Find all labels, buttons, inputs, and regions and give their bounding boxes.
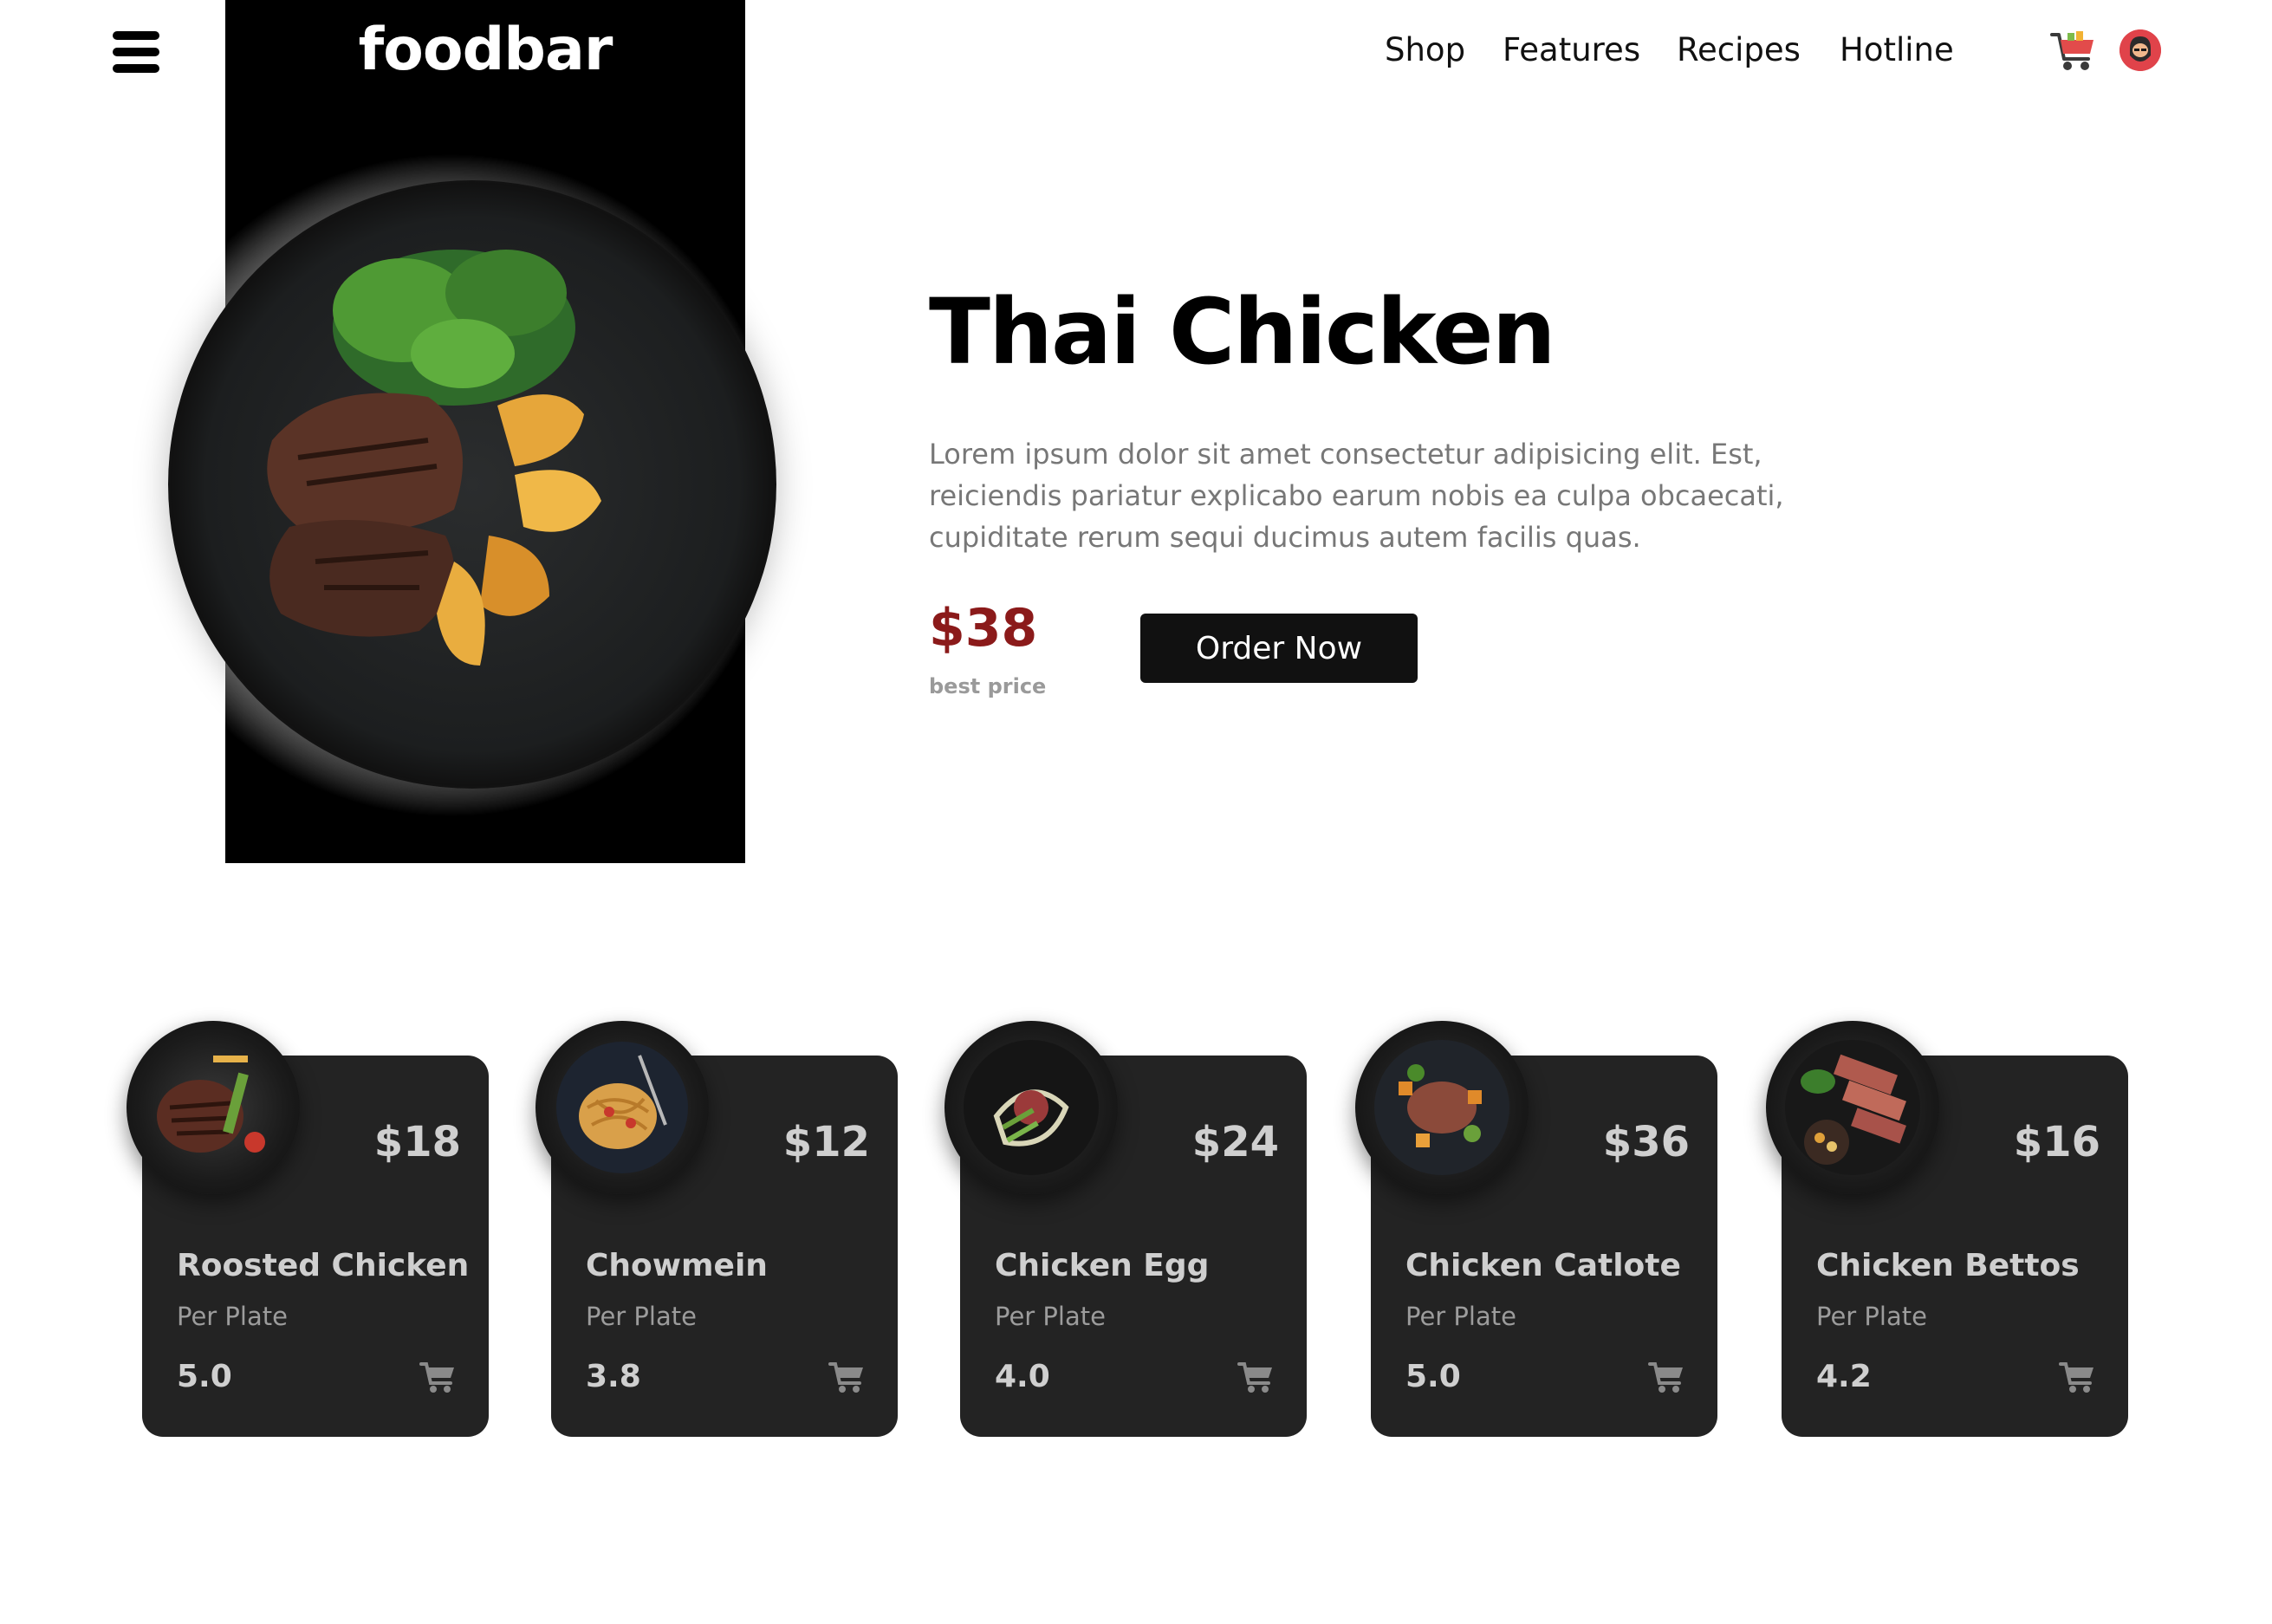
card-rating: 4.0 <box>995 1359 1050 1394</box>
card-price: $12 <box>782 1118 870 1166</box>
card-name: Chowmein <box>586 1248 768 1283</box>
dish-image <box>127 1021 300 1194</box>
card-subtitle: Per Plate <box>995 1302 1106 1331</box>
dish-image <box>1355 1021 1529 1194</box>
menu-cards: $18 Roosted Chicken Per Plate 5.0 $12 Ch… <box>0 0 2272 1624</box>
card-rating: 5.0 <box>1405 1359 1461 1394</box>
card-rating: 4.2 <box>1816 1359 1872 1394</box>
cart-icon[interactable] <box>1237 1361 1274 1393</box>
cart-icon[interactable] <box>419 1361 456 1393</box>
cart-icon[interactable] <box>2059 1361 2095 1393</box>
card-price: $24 <box>1191 1118 1279 1166</box>
card-subtitle: Per Plate <box>586 1302 697 1331</box>
card-subtitle: Per Plate <box>1405 1302 1516 1331</box>
card-rating: 5.0 <box>177 1359 232 1394</box>
dish-image <box>1766 1021 1939 1194</box>
card-price: $18 <box>373 1118 461 1166</box>
dish-image <box>536 1021 709 1194</box>
card-name: Chicken Egg <box>995 1248 1210 1283</box>
card-name: Chicken Bettos <box>1816 1248 2080 1283</box>
dish-image <box>945 1021 1118 1194</box>
cart-icon[interactable] <box>1648 1361 1685 1393</box>
card-rating: 3.8 <box>586 1359 641 1394</box>
card-subtitle: Per Plate <box>1816 1302 1927 1331</box>
card-subtitle: Per Plate <box>177 1302 288 1331</box>
card-price: $36 <box>1602 1118 1690 1166</box>
card-name: Roosted Chicken <box>177 1248 470 1283</box>
card-name: Chicken Catlote <box>1405 1248 1681 1283</box>
card-price: $16 <box>2013 1118 2100 1166</box>
cart-icon[interactable] <box>828 1361 865 1393</box>
